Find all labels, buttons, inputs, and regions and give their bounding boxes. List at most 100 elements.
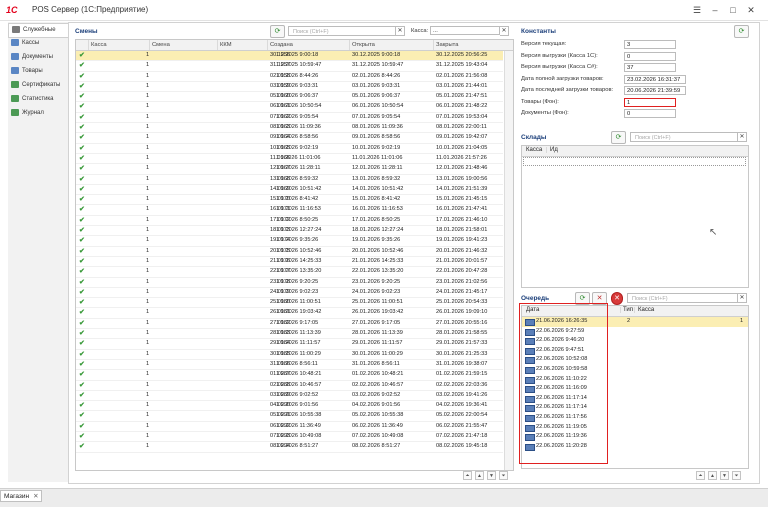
refresh-constants-button[interactable]: ⟳ [734,25,749,38]
table-row[interactable]: ✔ 1 1 994 08.02.2026 8:51:27 08.02.2026 8:51… [76,442,503,453]
table-row[interactable]: ✔ 1 1 962 07.01.2026 9:05:54 07.01.2026 9:05… [76,113,503,124]
queue-col-kassa[interactable]: Касса [634,307,654,313]
table-row[interactable]: ✔ 1 1 977 22.01.2026 13:35:20 22.01.2026 13:… [76,267,503,278]
table-row[interactable]: ✔ 1 1 992 06.02.2026 11:36:49 06.02.2026 11:… [76,422,503,432]
table-row[interactable]: ✔ 1 1 963 08.01.2026 11:09:36 08.01.2026 11:… [76,123,503,134]
constant-value[interactable]: 1 [624,97,676,107]
window-tab-magazin[interactable]: Магазин ✕ [0,490,42,502]
kassa-clear-icon[interactable]: ✕ [500,26,509,36]
nav-item[interactable]: Журнал [8,107,68,120]
shifts-scrollbar[interactable] [504,51,513,470]
nav-item[interactable]: Сертификаты [8,79,68,92]
tab-close-icon[interactable]: ✕ [33,493,38,500]
maximize-button[interactable]: □ [726,3,740,17]
table-row[interactable]: ✔ 1 1 960 05.01.2026 9:06:37 05.01.2026 9:06… [76,92,503,103]
table-row[interactable]: ✔ 1 1 970 15.01.2026 8:41:42 15.01.2026 8:41… [76,195,503,206]
wh-col-kassa[interactable]: Касса [526,147,542,153]
nav-item[interactable]: Документы [8,51,68,64]
table-row[interactable]: ✔ 1 1 959 03.01.2026 9:03:31 03.01.2026 9:03… [76,82,503,93]
minimize-button[interactable]: – [708,3,722,17]
queue-prev-icon[interactable]: ▲ [708,471,717,480]
table-row[interactable]: ✔ 1 1 972 17.01.2026 8:50:25 17.01.2026 8:50… [76,216,503,227]
col-closed[interactable]: Закрыта [433,40,505,50]
constant-value[interactable]: 37 [624,63,676,72]
table-row[interactable]: ✔ 1 1 982 27.01.2026 9:17:05 27.01.2026 9:17… [76,319,503,330]
table-row[interactable]: ✔ 1 1 993 07.02.2026 10:49:08 07.02.2026 10:… [76,432,503,443]
nav-item[interactable]: Кассы [8,37,68,50]
table-row[interactable]: ✔ 1 1 973 18.01.2026 12:27:24 18.01.2026 12:… [76,226,503,237]
constant-value[interactable]: 0 [624,51,676,61]
queue-search-input[interactable]: Поиск (Ctrl+F) [627,293,738,303]
nav-item[interactable]: Служебные [8,23,69,38]
col-smena[interactable]: Смена [149,40,217,50]
col-kassa[interactable]: Касса [88,40,149,50]
queue-first-icon[interactable]: ⏶ [696,471,705,480]
table-row[interactable]: ✔ 1 1 975 20.01.2026 10:52:46 20.01.2026 10:… [76,247,503,257]
table-cell: 1 [146,443,150,450]
first-page-icon[interactable]: ⏶ [463,471,472,480]
table-row[interactable]: ✔ 1 1 983 28.01.2026 11:13:39 28.01.2026 11:… [76,329,503,340]
table-row[interactable]: ✔ 1 1 984 29.01.2026 11:11:57 29.01.2026 11:… [76,339,503,350]
table-row[interactable]: ✔ 1 1 969 14.01.2026 10:51:42 14.01.2026 10:… [76,185,503,196]
table-row[interactable]: ✔ 1 1 978 23.01.2026 9:20:25 23.01.2026 9:20… [76,278,503,288]
table-cell: 24.01.2026 21:45:17 [436,288,488,295]
prev-page-icon[interactable]: ▲ [475,471,484,480]
constant-value[interactable]: 20.06.2026 21:39:59 [624,86,686,95]
close-button[interactable]: ✕ [744,3,758,17]
table-row[interactable]: ✔ 1 1 968 13.01.2026 8:59:32 13.01.2026 8:59… [76,175,503,185]
shifts-search-input[interactable]: Поиск (Ctrl+F) [288,26,396,36]
table-row[interactable]: ✔ 1 1 981 26.01.2026 19:03:42 26.01.2026 19:… [76,308,503,319]
queue-next-icon[interactable]: ▼ [720,471,729,480]
table-row[interactable]: ✔ 1 1 979 24.01.2026 9:02:23 24.01.2026 9:02… [76,288,503,299]
constant-value[interactable]: 23.02.2026 16:31:37 [624,74,686,84]
table-row[interactable]: ✔ 1 1 958 02.01.2026 8:44:26 02.01.2026 8:44… [76,72,503,82]
menu-icon[interactable]: ☰ [690,3,704,17]
col-created[interactable]: Создана [267,40,349,50]
table-cell: 22.01.2026 13:35:20 [352,268,404,275]
queue-col-type[interactable]: Тип [620,307,633,313]
warehouses-clear-icon[interactable]: ✕ [738,132,747,142]
table-cell: 1 [146,154,150,161]
table-row[interactable]: ✔ 1 1 989 03.02.2026 9:02:52 03.02.2026 9:02… [76,391,503,402]
nav-item[interactable]: Статистика [8,93,68,106]
table-row[interactable]: ✔ 1 1 964 09.01.2026 8:58:56 09.01.2026 8:58… [76,133,503,144]
warehouses-search-input[interactable]: Поиск (Ctrl+F) [630,132,738,142]
refresh-shifts-button[interactable]: ⟳ [270,25,285,38]
table-row[interactable]: ✔ 1 1 980 25.01.2026 11:00:51 25.01.2026 11:… [76,298,503,309]
queue-clear-icon[interactable]: ✕ [738,293,747,303]
wh-empty-row[interactable] [523,157,746,166]
table-cell: 08.01.2026 11:09:36 [352,124,403,131]
table-row[interactable]: ✔ 1 1 961 06.01.2026 10:50:54 06.01.2026 10:… [76,102,503,113]
shifts-table[interactable]: Касса Смена ККМ Создана Открыта Закрыта … [75,39,514,471]
table-row[interactable]: ✔ 1 1 990 04.02.2026 9:01:56 04.02.2026 9:01… [76,401,503,412]
kassa-filter-input[interactable]: ... [430,26,500,35]
table-row[interactable]: ✔ 1 1 967 12.01.2026 11:28:11 12.01.2026 11:… [76,164,503,175]
table-cell: 12.01.2026 11:28:11 [270,165,321,172]
constant-value[interactable]: 3 [624,40,676,49]
warehouses-table[interactable]: Касса Ид [521,145,749,288]
table-row[interactable]: ✔ 1 1 987 01.02.2026 10:48:21 01.02.2026 10:… [76,370,503,381]
checkmark-icon: ✔ [79,247,85,255]
table-row[interactable]: ✔ 1 1 974 19.01.2026 9:35:26 19.01.2026 9:35… [76,236,503,247]
table-row[interactable]: ✔ 1 1 976 21.01.2026 14:25:33 21.01.2026 14:… [76,257,503,268]
table-row[interactable]: ✔ 1 1 957 31.12.2025 10:59:47 31.12.2025 10:… [76,61,503,72]
table-row[interactable]: ✔ 1 1 988 02.02.2026 10:46:57 02.02.2026 10:… [76,381,503,391]
wh-col-id[interactable]: Ид [546,147,558,153]
last-page-icon[interactable]: ⏷ [499,471,508,480]
clear-queue-button[interactable]: ✕ [611,292,623,305]
table-row[interactable]: ✔ 1 1 986 31.01.2026 8:56:11 31.01.2026 8:56… [76,360,503,371]
nav-item[interactable]: Товары [8,65,68,78]
queue-last-icon[interactable]: ⏷ [732,471,741,480]
table-row[interactable]: ✔ 1 1 956 30.12.2025 9:00:18 30.12.2025 9:00… [76,51,503,62]
next-page-icon[interactable]: ▼ [487,471,496,480]
table-row[interactable]: ✔ 1 1 966 11.01.2026 11:01:06 11.01.2026 11:… [76,154,503,165]
table-row[interactable]: ✔ 1 1 971 16.01.2026 11:16:53 16.01.2026 11:… [76,205,503,216]
table-row[interactable]: ✔ 1 1 991 05.02.2026 10:55:38 05.02.2026 10:… [76,411,503,422]
table-row[interactable]: ✔ 1 1 965 10.01.2026 9:02:19 10.01.2026 9:02… [76,144,503,154]
col-kkm[interactable]: ККМ [217,40,267,50]
constant-value[interactable]: 0 [624,109,676,118]
refresh-warehouses-button[interactable]: ⟳ [611,131,626,144]
clear-search-icon[interactable]: ✕ [396,26,405,36]
col-opened[interactable]: Открыта [349,40,433,50]
table-row[interactable]: ✔ 1 1 985 30.01.2026 11:00:29 30.01.2026 11:… [76,350,503,360]
